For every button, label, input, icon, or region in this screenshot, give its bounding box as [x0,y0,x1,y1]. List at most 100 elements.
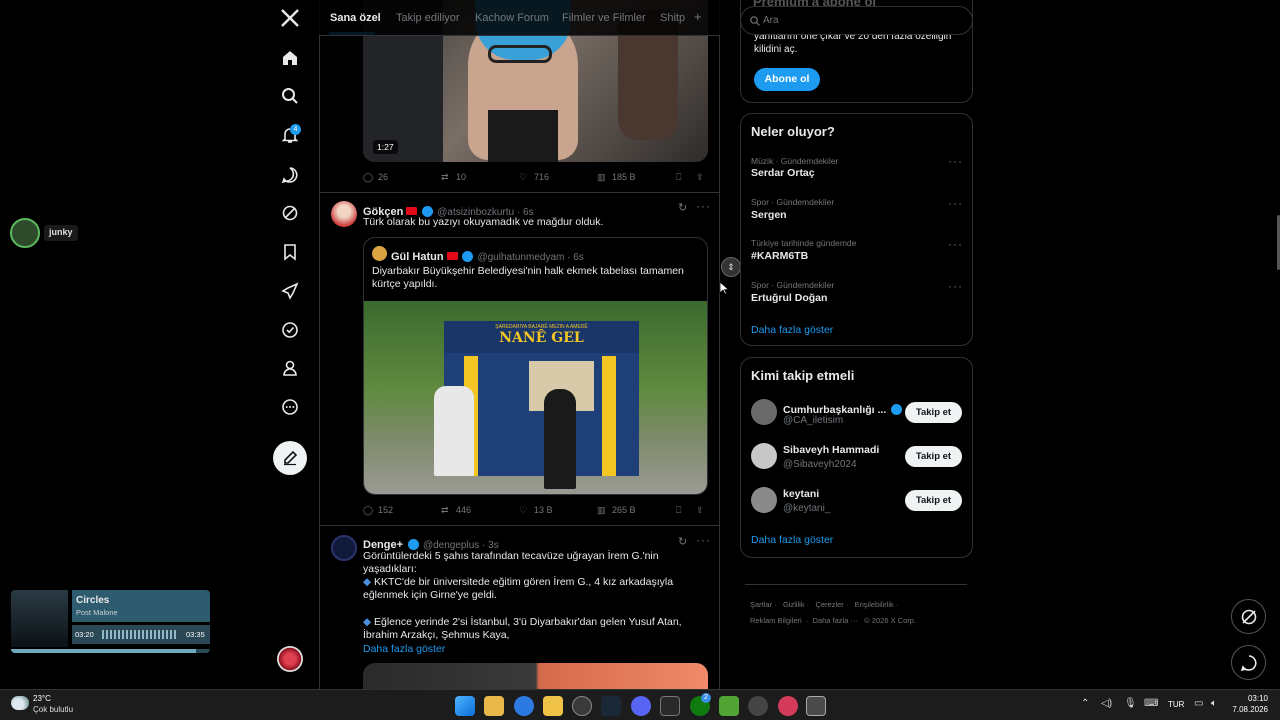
views-icon[interactable]: ▥ [597,172,606,183]
discord-icon[interactable] [631,696,651,716]
compose-post-button[interactable] [273,441,307,475]
trend-topic[interactable]: Serdar Ortaç [751,167,815,179]
store-icon[interactable] [484,696,504,716]
tray-speaker-icon[interactable]: 🔈︎ [1211,698,1217,709]
messages-float-button[interactable] [1231,645,1266,680]
post1-more-icon[interactable]: ··· [696,199,711,213]
add-tab-icon[interactable]: + [694,9,702,24]
views-icon[interactable]: ▥ [597,505,606,516]
x-logo-icon[interactable] [274,2,306,34]
tab-shitp[interactable]: Shitp [660,12,685,24]
file-explorer-icon[interactable] [543,696,563,716]
active-app-icon[interactable] [806,696,826,716]
tab-for-you[interactable]: Sana özel [330,12,381,24]
clock-time[interactable]: 03:10 [1236,694,1268,703]
tab-following[interactable]: Takip ediliyor [396,12,460,24]
follow-button[interactable]: Takip et [905,402,962,423]
footer-link[interactable]: Reklam Bilgileri [750,616,802,625]
weather-temp[interactable]: 23°C [33,694,51,703]
share-icon[interactable]: ⇪ [696,172,704,183]
follow-button[interactable]: Takip et [905,446,962,467]
trend-topic[interactable]: #KARM6TB [751,250,808,262]
trend-more-icon[interactable]: ··· [948,279,963,293]
communities-icon[interactable] [274,197,306,229]
steam-icon[interactable] [601,696,621,716]
app-icon[interactable] [748,696,768,716]
trend-more-icon[interactable]: ··· [948,196,963,210]
footer-link[interactable]: Şartlar [750,600,772,609]
footer-copyright: © 2026 X Corp. [864,616,917,625]
bell-icon[interactable] [274,119,306,151]
track-title: Circles [76,595,110,606]
post2-text: Görüntülerdeki 5 şahıs tarafından tecavü… [363,550,659,575]
tab-kachow-forum[interactable]: Kachow Forum [475,12,549,24]
weather-cloud-icon[interactable] [11,696,29,710]
tab-films[interactable]: Filmler ve Filmler [562,12,646,24]
search-box[interactable] [740,6,973,35]
minecraft-icon[interactable] [719,696,739,716]
search-input[interactable] [763,13,963,28]
subscribe-button[interactable]: Abone ol [754,68,820,91]
suggestion-avatar[interactable] [751,487,777,513]
trend-topic[interactable]: Sergen [751,209,787,221]
reply-icon[interactable]: ◯ [363,172,373,183]
epic-games-icon[interactable] [660,696,680,716]
track-progress[interactable] [11,649,210,653]
start-button[interactable] [455,696,475,716]
footer-link[interactable]: Gizlilik [783,600,805,609]
trend-more-icon[interactable]: ··· [948,154,963,168]
like-icon[interactable]: ♡ [519,172,527,183]
suggestion-avatar[interactable] [751,399,777,425]
media-player-icon[interactable] [778,696,798,716]
retweet-icon[interactable]: ⇄ [441,505,449,516]
account-avatar[interactable] [277,646,303,672]
scroll-updown-icon[interactable]: ⇕ [721,257,741,277]
like-icon[interactable]: ♡ [519,505,527,516]
profile-icon[interactable] [274,352,306,384]
suggestion-name[interactable]: keytani [783,488,819,500]
show-more-link[interactable]: Daha fazla göster [363,643,445,655]
verified-icon[interactable] [274,314,306,346]
trend-more-icon[interactable]: ··· [948,237,963,251]
reply-icon[interactable]: ◯ [363,505,373,516]
tray-volume-icon[interactable]: ◁) [1101,698,1112,709]
bookmark-icon[interactable]: ⎕ [676,505,681,516]
grok-analyze-icon[interactable]: ↻ [678,535,687,548]
more-circle-icon[interactable] [274,391,306,423]
search-icon[interactable] [274,80,306,112]
chrome-icon[interactable] [572,696,592,716]
footer-link[interactable]: Çerezler [815,600,843,609]
bookmark-icon[interactable]: ⎕ [676,172,681,183]
quote-photo[interactable]: ŞAREDARIYA BAJARÊ MEZIN A AMEDÊ NANÊ GEL [364,301,707,494]
tray-display-icon[interactable]: ▭ [1194,698,1203,709]
share-icon[interactable]: ⇪ [696,505,704,516]
post2-media[interactable] [363,663,708,690]
trends-show-more-link[interactable]: Daha fazla göster [751,324,833,336]
follow-button[interactable]: Takip et [905,490,962,511]
tray-mic-icon[interactable]: 🎙︎ [1124,698,1137,709]
suggestion-avatar[interactable] [751,443,777,469]
grok-float-button[interactable] [1231,599,1266,634]
grok-icon[interactable] [274,159,306,191]
clock-date[interactable]: 7.08.2026 [1226,705,1268,714]
grok-analyze-icon[interactable]: ↻ [678,201,687,214]
tray-keyboard-icon[interactable]: ⌨︎ [1144,698,1158,709]
weather-desc[interactable]: Çok bulutlu [33,705,73,714]
post2-avatar[interactable] [331,535,357,561]
suggestion-name[interactable]: Sibaveyh Hammadi [783,444,879,456]
post2-more-icon[interactable]: ··· [696,533,711,547]
footer-more-link[interactable]: Daha fazla ··· [813,616,858,625]
bookmark-icon[interactable] [274,236,306,268]
trend-topic[interactable]: Ertuğrul Doğan [751,292,827,304]
retweet-icon[interactable]: ⇄ [441,172,449,183]
rocket-icon[interactable] [274,275,306,307]
post1-avatar[interactable] [331,201,357,227]
who-show-more-link[interactable]: Daha fazla göster [751,534,833,546]
quoted-post[interactable]: Gül Hatun @gulhatunmedyam · 6s Diyarbakı… [363,237,708,495]
glasses [488,45,552,63]
tray-chevron-icon[interactable]: ⌃ [1081,698,1089,709]
footer-link[interactable]: Erişilebilirlik [855,600,894,609]
edge-icon[interactable] [514,696,534,716]
home-icon[interactable] [274,42,306,74]
input-language[interactable]: TUR [1168,700,1184,709]
